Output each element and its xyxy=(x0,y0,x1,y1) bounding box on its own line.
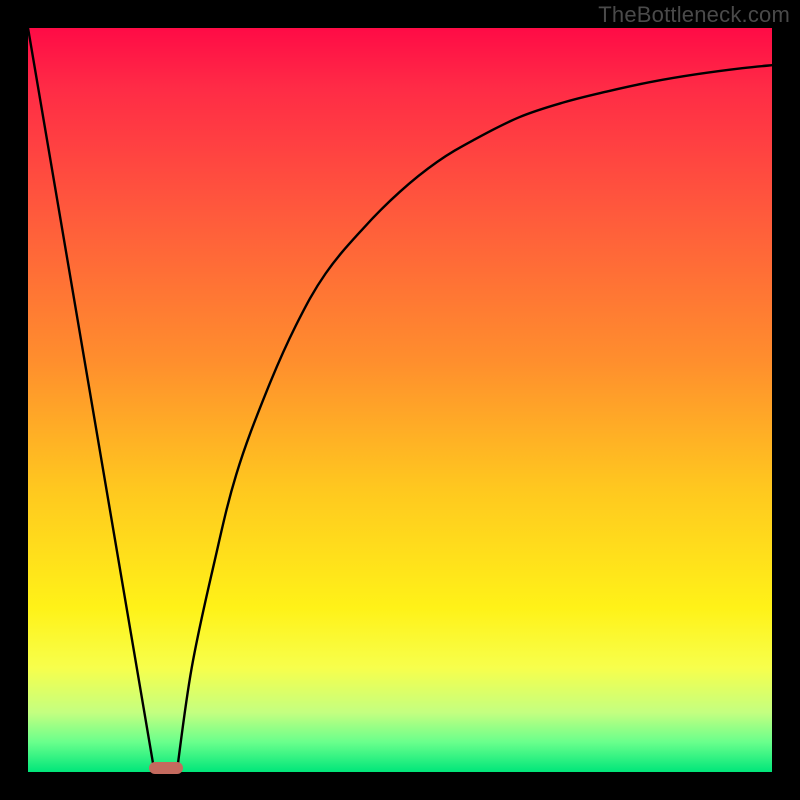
watermark-text: TheBottleneck.com xyxy=(598,2,790,28)
left-slope-line xyxy=(28,28,155,772)
right-curve-line xyxy=(177,65,772,772)
chart-frame: TheBottleneck.com xyxy=(0,0,800,800)
plot-area xyxy=(28,28,772,772)
bottleneck-marker xyxy=(149,762,183,774)
curve-layer xyxy=(28,28,772,772)
